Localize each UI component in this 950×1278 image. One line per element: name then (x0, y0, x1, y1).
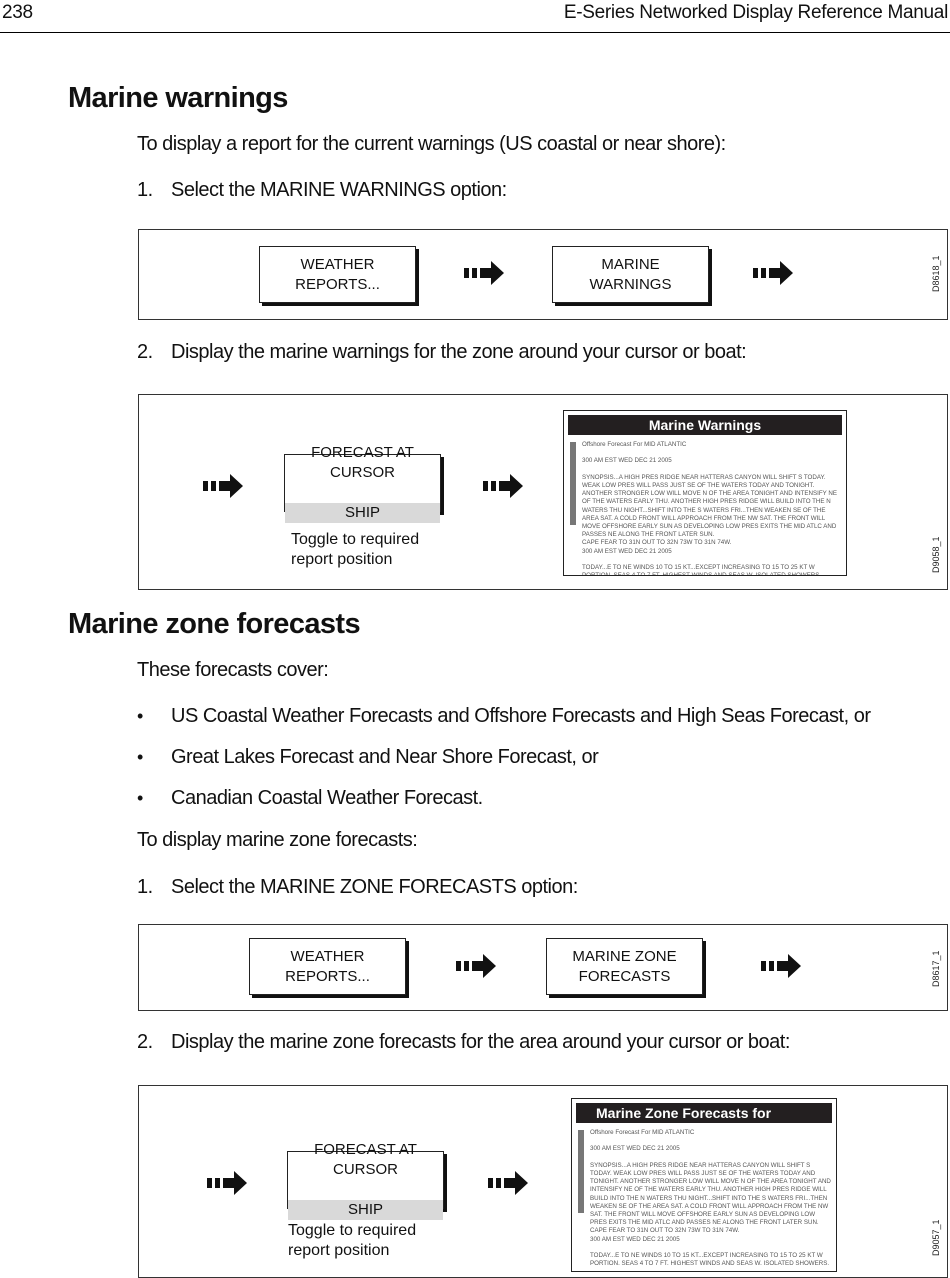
softkey-label-line1: FORECAST AT (311, 444, 414, 461)
toggle-option-ship-selected[interactable]: SHIP (285, 503, 440, 523)
step-text: Display the marine warnings for the zone… (171, 341, 747, 363)
arrow-right-icon (207, 1171, 247, 1195)
toggle-note: Toggle to required report position (288, 1221, 416, 1261)
arrow-right-icon (464, 261, 504, 285)
softkey-label-line1: MARINE ZONE (572, 947, 677, 965)
softkey-label-line2: FORECASTS (578, 967, 671, 985)
screen-title: Marine Warnings (568, 415, 842, 435)
page-number: 238 (2, 2, 33, 23)
step-text: Select the MARINE ZONE FORECASTS option: (171, 876, 578, 898)
step-number: 1. (137, 876, 153, 898)
toggle-option-ship-selected[interactable]: SHIP (288, 1200, 443, 1220)
screen-report-text: Offshore Forecast For MID ATLANTIC 300 A… (582, 441, 837, 576)
screen-scrollbar[interactable] (570, 442, 576, 525)
bullet-text: Canadian Coastal Weather Forecast. (171, 787, 483, 809)
softkey-label-line2: REPORTS... (295, 275, 380, 293)
softkey-marine-zone-forecasts[interactable]: MARINE ZONE FORECASTS (546, 938, 703, 995)
bullet-text: Great Lakes Forecast and Near Shore Fore… (171, 746, 599, 768)
header-divider (0, 32, 950, 33)
softkey-label-line1: MARINE (601, 255, 660, 273)
softkey-marine-warnings[interactable]: MARINE WARNINGS (552, 246, 709, 303)
figure-select-marine-warnings: WEATHER REPORTS... MARINE WARNINGS D8618… (138, 229, 948, 320)
bullet-item: • Great Lakes Forecast and Near Shore For… (137, 746, 599, 769)
section1-intro: To display a report for the current warn… (137, 133, 726, 155)
arrow-right-icon (483, 474, 523, 498)
figure-id: D9058_1 (931, 536, 941, 573)
figure-id: D8617_1 (931, 950, 941, 987)
step-text: Display the marine zone forecasts for th… (171, 1031, 790, 1053)
softkey-label-line1: WEATHER (300, 255, 375, 273)
toggle-note-line2: report position (288, 1242, 390, 1259)
arrow-right-icon (753, 261, 793, 285)
bullet-glyph: • (137, 788, 143, 808)
screen-report-text: Offshore Forecast For MID ATLANTIC 300 A… (590, 1129, 831, 1268)
figure-id: D8618_1 (931, 255, 941, 292)
section1-step2: 2. Display the marine warnings for the zo… (137, 341, 747, 364)
bullet-text: US Coastal Weather Forecasts and Offshor… (171, 705, 871, 727)
step-number: 2. (137, 1031, 153, 1053)
section1-step1: 1. Select the MARINE WARNINGS option: (137, 179, 507, 202)
marine-zone-forecasts-screen: Marine Zone Forecasts for Offshore Forec… (571, 1098, 837, 1272)
bullet-item: • Canadian Coastal Weather Forecast. (137, 787, 483, 810)
softkey-label-line1: FORECAST AT (314, 1141, 417, 1158)
softkey-weather-reports[interactable]: WEATHER REPORTS... (259, 246, 416, 303)
step-number: 1. (137, 179, 153, 201)
softkey-toggle-row: CURSOR SHIP (285, 463, 440, 523)
figure-id: D9057_1 (931, 1219, 941, 1256)
softkey-weather-reports[interactable]: WEATHER REPORTS... (249, 938, 406, 995)
figure-marine-zone-forecasts-display: FORECAST AT CURSOR SHIP Toggle to requir… (138, 1085, 948, 1278)
softkey-label-line2: WARNINGS (589, 275, 672, 293)
marine-warnings-screen: Marine Warnings Offshore Forecast For MI… (563, 410, 847, 576)
section2-lead: To display marine zone forecasts: (137, 829, 418, 851)
toggle-note-line1: Toggle to required (291, 531, 420, 548)
softkey-toggle-row: CURSOR SHIP (288, 1160, 443, 1220)
figure-select-marine-zone-forecasts: WEATHER REPORTS... MARINE ZONE FORECASTS… (138, 924, 948, 1011)
toggle-option-cursor[interactable]: CURSOR (288, 1160, 443, 1180)
arrow-right-icon (203, 474, 243, 498)
softkey-label-line1: WEATHER (290, 947, 365, 965)
softkey-forecast-at-cursor-ship[interactable]: FORECAST AT CURSOR SHIP (287, 1141, 444, 1220)
toggle-option-cursor[interactable]: CURSOR (285, 463, 440, 483)
section-title-marine-warnings: Marine warnings (68, 82, 288, 114)
bullet-glyph: • (137, 747, 143, 767)
toggle-note-line2: report position (291, 551, 393, 568)
step-text: Select the MARINE WARNINGS option: (171, 179, 507, 201)
section-title-marine-zone-forecasts: Marine zone forecasts (68, 608, 361, 640)
bullet-item: • US Coastal Weather Forecasts and Offsho… (137, 705, 871, 728)
section2-step1: 1. Select the MARINE ZONE FORECASTS optio… (137, 876, 578, 899)
arrow-right-icon (761, 954, 801, 978)
softkey-forecast-at-cursor-ship[interactable]: FORECAST AT CURSOR SHIP (284, 444, 441, 523)
toggle-note-line1: Toggle to required (288, 1222, 417, 1239)
bullet-glyph: • (137, 706, 143, 726)
arrow-right-icon (488, 1171, 528, 1195)
screen-scrollbar[interactable] (578, 1130, 584, 1213)
step-number: 2. (137, 341, 153, 363)
manual-title: E-Series Networked Display Reference Man… (563, 2, 948, 23)
softkey-label-line2: REPORTS... (285, 967, 370, 985)
section2-intro: These forecasts cover: (137, 659, 329, 681)
arrow-right-icon (456, 954, 496, 978)
screen-title: Marine Zone Forecasts for (576, 1103, 832, 1123)
figure-marine-warnings-display: FORECAST AT CURSOR SHIP Toggle to requir… (138, 394, 948, 590)
toggle-note: Toggle to required report position (291, 530, 419, 570)
section2-step2: 2. Display the marine zone forecasts for … (137, 1031, 790, 1054)
